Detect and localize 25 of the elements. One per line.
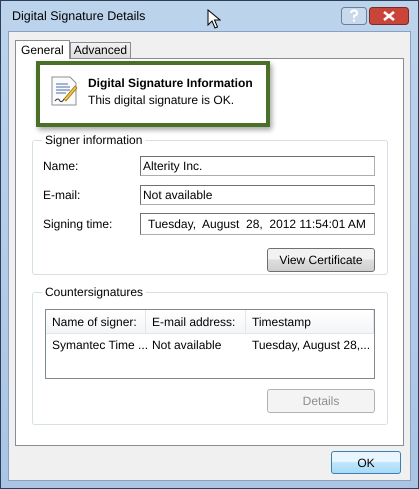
close-button[interactable] [369, 7, 409, 25]
ok-button[interactable]: OK [331, 451, 401, 474]
tab[interactable]: Advanced [70, 42, 132, 58]
group-legend: Signer information [42, 133, 146, 147]
group-legend: Countersignatures [42, 285, 146, 299]
field-label: Name: [43, 158, 80, 172]
read-only-field[interactable]: Tuesday, August 28, 2012 11:54:01 AM [140, 212, 375, 234]
cursor-icon [207, 9, 221, 29]
column-header[interactable]: Name of signer: [46, 310, 146, 333]
window-title: Digital Signature Details [12, 9, 146, 23]
list-cell[interactable]: Not available [146, 334, 246, 356]
field-label: Signing time: [43, 216, 114, 230]
info-message: This digital signature is OK. [88, 92, 236, 106]
signed-document-icon [50, 76, 78, 106]
column-header[interactable]: Timestamp [246, 310, 374, 333]
field-label: E-mail: [43, 188, 82, 202]
info-title: Digital Signature Information [88, 76, 253, 90]
help-button[interactable] [341, 7, 367, 25]
read-only-field[interactable]: Not available [140, 184, 375, 204]
list-cell[interactable]: Tuesday, August 28,... [246, 334, 374, 356]
view-certificate-button[interactable]: View Certificate [267, 248, 375, 272]
column-header[interactable]: E-mail address: [146, 310, 246, 333]
read-only-field[interactable]: Alterity Inc. [140, 156, 375, 176]
list-cell[interactable]: Symantec Time ... [46, 334, 146, 356]
tab[interactable]: General [15, 40, 70, 59]
